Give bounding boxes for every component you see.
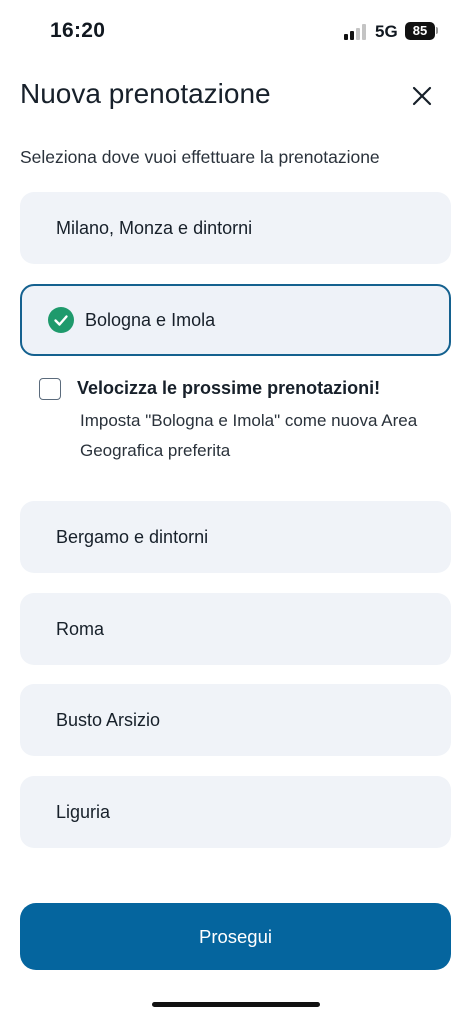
close-button[interactable]: [406, 80, 438, 112]
option-label: Milano, Monza e dintorni: [56, 218, 253, 238]
continue-button[interactable]: Prosegui: [20, 903, 451, 970]
favorite-description: Imposta "Bologna e Imola" come nuova Are…: [80, 411, 418, 460]
option-label: Bologna e Imola: [85, 310, 216, 330]
screen: 16:20 5G 85 Nuova prenotazione Seleziona…: [0, 0, 471, 1019]
status-bar: 16:20 5G 85: [0, 0, 471, 62]
battery-cap: [436, 27, 438, 34]
status-time: 16:20: [50, 19, 106, 42]
favorite-title: Velocizza le prossime prenotazioni!: [77, 378, 381, 398]
close-icon: [412, 86, 432, 106]
option-label: Busto Arsizio: [56, 710, 161, 730]
home-indicator[interactable]: [152, 1002, 320, 1007]
instruction-text: Seleziona dove vuoi effettuare la prenot…: [20, 147, 380, 167]
option-label: Roma: [56, 619, 105, 639]
option-label: Liguria: [56, 802, 111, 822]
option-label: Bergamo e dintorni: [56, 527, 209, 547]
network-label: 5G: [375, 22, 398, 41]
option-bergamo[interactable]: Bergamo e dintorni: [20, 501, 451, 573]
option-bologna[interactable]: Bologna e Imola: [20, 284, 451, 356]
option-liguria[interactable]: Liguria: [20, 776, 451, 848]
option-roma[interactable]: Roma: [20, 593, 451, 665]
check-circle-icon: [48, 307, 74, 333]
battery-icon: 85: [405, 22, 435, 40]
page-title: Nuova prenotazione: [20, 78, 271, 109]
option-milano[interactable]: Milano, Monza e dintorni: [20, 192, 451, 264]
option-busto-arsizio[interactable]: Busto Arsizio: [20, 684, 451, 756]
favorite-checkbox[interactable]: [39, 378, 61, 400]
signal-icon: [344, 24, 368, 40]
